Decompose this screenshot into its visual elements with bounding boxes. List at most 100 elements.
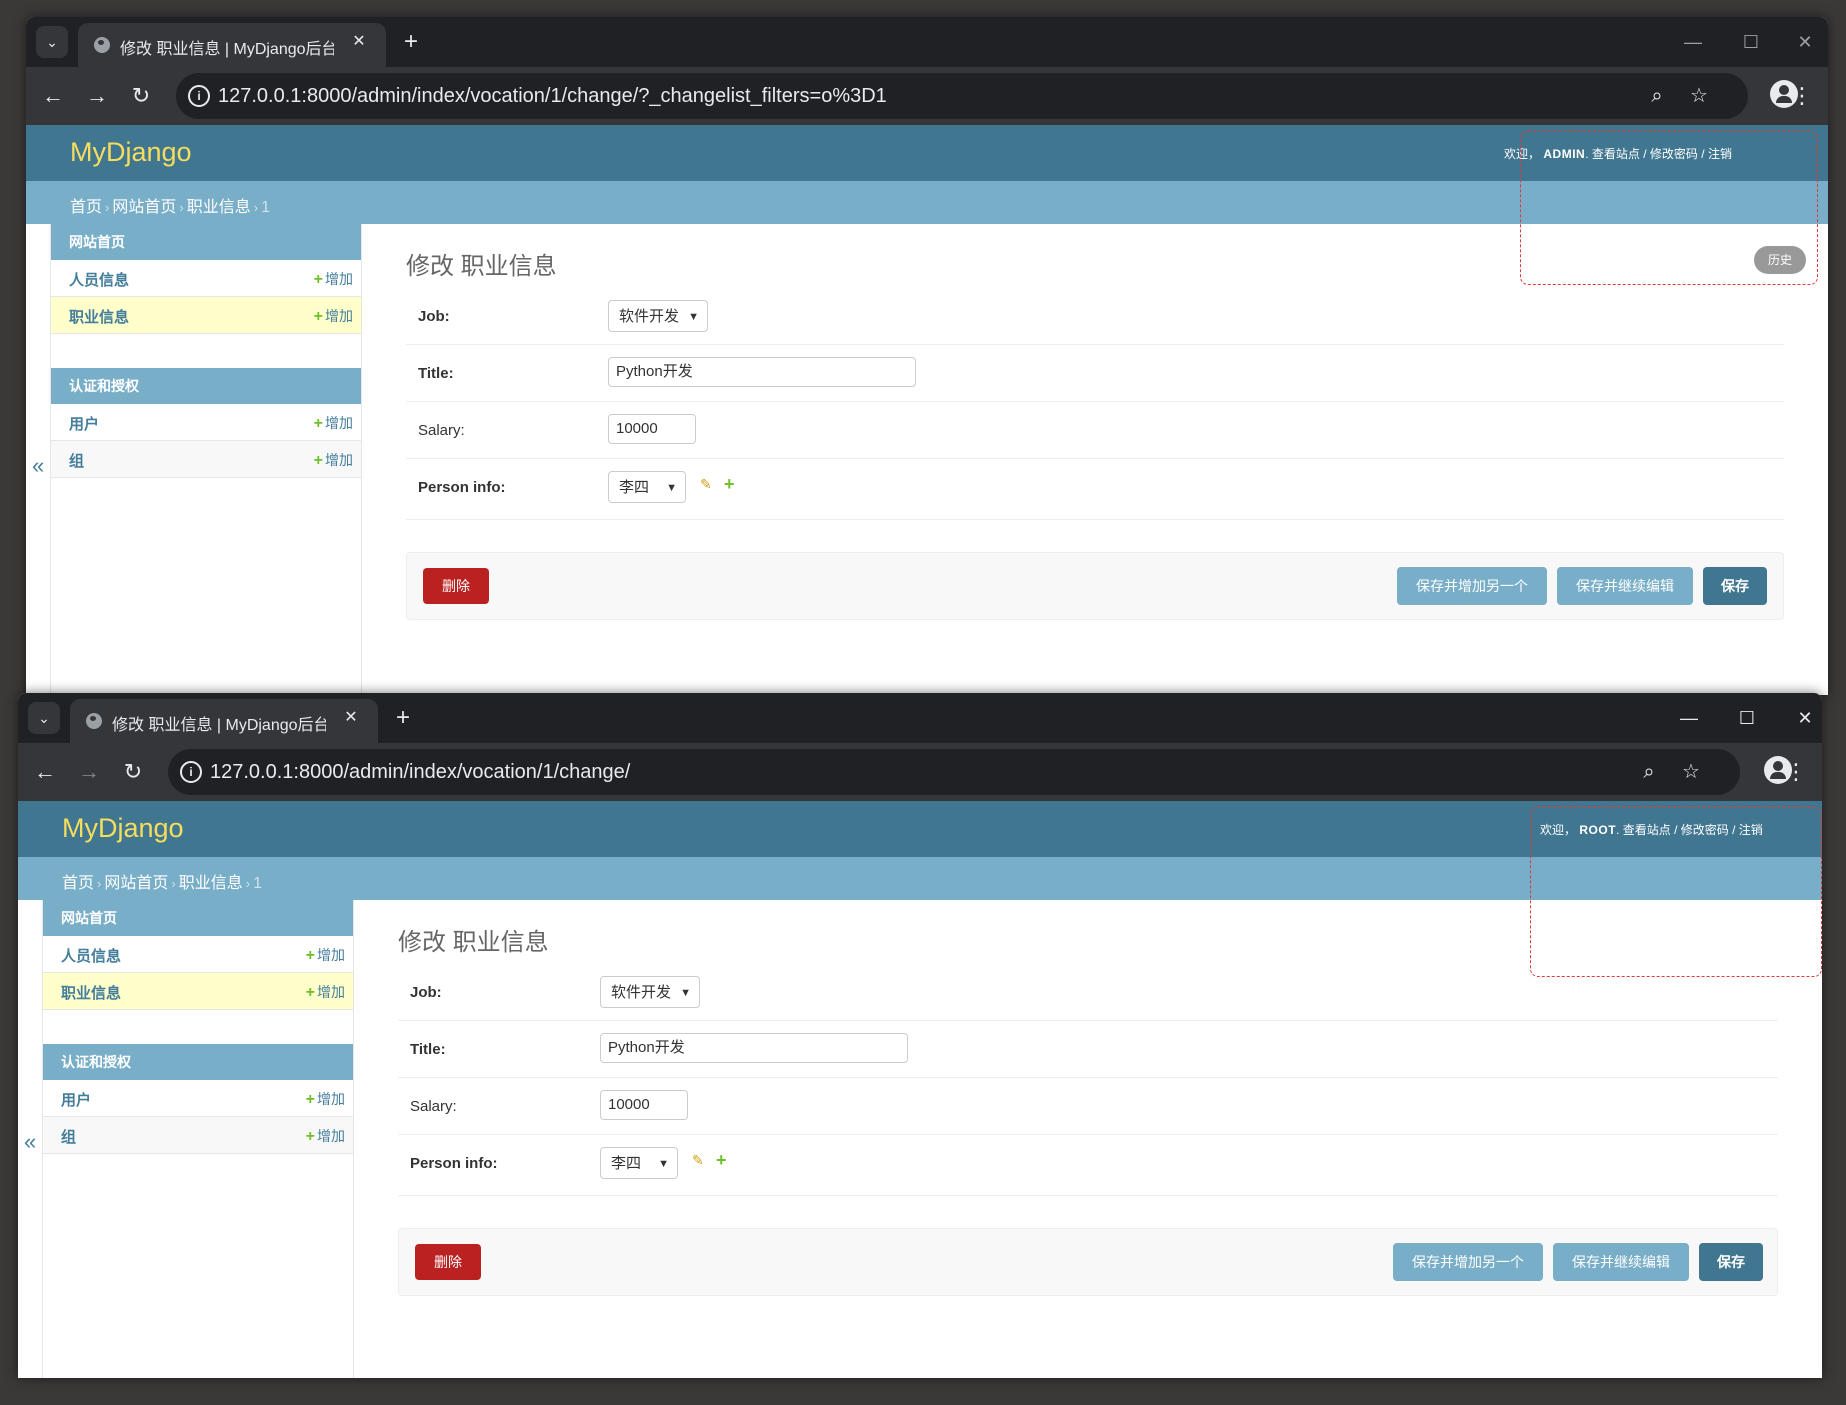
module-caption[interactable]: 网站首页 <box>51 224 361 260</box>
add-link[interactable]: + 增加 <box>314 306 353 326</box>
pencil-icon[interactable]: ✎ <box>700 477 714 491</box>
model-link[interactable]: 组 <box>61 1126 76 1147</box>
kebab-icon[interactable]: ⋮ <box>1785 755 1807 789</box>
back-button[interactable]: ← <box>28 755 62 789</box>
site-info-icon[interactable]: i <box>180 761 202 783</box>
save-add-another-button[interactable]: 保存并增加另一个 <box>1393 1243 1543 1281</box>
add-link[interactable]: + 增加 <box>314 269 353 289</box>
sidebar-item-vocation[interactable]: 职业信息 + 增加 <box>43 973 353 1010</box>
model-link[interactable]: 人员信息 <box>69 269 129 290</box>
globe-icon <box>86 713 102 729</box>
reload-button[interactable]: ↻ <box>116 755 150 789</box>
plus-icon[interactable]: + <box>716 1150 727 1171</box>
minimize-button[interactable]: — <box>1674 705 1704 731</box>
delete-button[interactable]: 删除 <box>415 1244 481 1280</box>
forward-button[interactable]: → <box>80 79 114 113</box>
content-main: 修改 职业信息 历史 Job: 软件开发 ▼ Title: Python开发 Sa… <box>360 224 1828 695</box>
model-link[interactable]: 用户 <box>61 1089 91 1110</box>
sidebar-item-groups[interactable]: 组 + 增加 <box>43 1117 353 1154</box>
add-link[interactable]: + 增加 <box>314 450 353 470</box>
tab-search-button[interactable]: ⌄ <box>36 26 68 58</box>
add-link[interactable]: + 增加 <box>306 945 345 965</box>
breadcrumb-home[interactable]: 首页 <box>62 875 94 892</box>
module-caption[interactable]: 认证和授权 <box>51 368 361 404</box>
close-icon[interactable]: ✕ <box>348 31 370 53</box>
sidebar-item-groups[interactable]: 组 + 增加 <box>51 441 361 478</box>
save-continue-button[interactable]: 保存并继续编辑 <box>1557 567 1693 605</box>
zoom-icon[interactable]: ⌕ <box>1642 81 1672 111</box>
maximize-button[interactable]: ☐ <box>1736 29 1766 55</box>
title-input[interactable]: Python开发 <box>608 357 916 387</box>
pencil-icon[interactable]: ✎ <box>692 1153 706 1167</box>
add-link[interactable]: + 增加 <box>306 1089 345 1109</box>
close-window-button[interactable]: ✕ <box>1790 29 1820 55</box>
reload-button[interactable]: ↻ <box>124 79 158 113</box>
chevron-down-icon: ▼ <box>666 482 677 494</box>
sidebar-toggle[interactable]: « <box>24 1129 36 1155</box>
star-icon[interactable]: ☆ <box>1676 757 1706 787</box>
salary-input[interactable]: 10000 <box>600 1090 688 1120</box>
model-link[interactable]: 组 <box>69 450 84 471</box>
person-label: Person info: <box>418 479 506 496</box>
site-info-icon[interactable]: i <box>188 85 210 107</box>
close-icon[interactable]: ✕ <box>340 707 362 729</box>
sidebar-item-person[interactable]: 人员信息 + 增加 <box>43 936 353 973</box>
zoom-icon[interactable]: ⌕ <box>1634 757 1664 787</box>
site-brand[interactable]: MyDjango <box>62 813 184 844</box>
form-row-job: Job: 软件开发 ▼ <box>406 288 1784 345</box>
module-caption[interactable]: 网站首页 <box>43 900 353 936</box>
plus-icon[interactable]: + <box>724 474 735 495</box>
delete-button[interactable]: 删除 <box>423 568 489 604</box>
page-title: 修改 职业信息 <box>398 929 549 956</box>
site-brand[interactable]: MyDjango <box>70 137 192 168</box>
highlight-box <box>1530 807 1822 977</box>
add-link[interactable]: + 增加 <box>314 413 353 433</box>
sidebar-item-users[interactable]: 用户 + 增加 <box>43 1080 353 1117</box>
tab-search-button[interactable]: ⌄ <box>28 702 60 734</box>
breadcrumb-home[interactable]: 首页 <box>70 199 102 216</box>
breadcrumb-model[interactable]: 职业信息 <box>187 199 251 216</box>
browser-tab[interactable]: 修改 职业信息 | MyDjango后台 ✕ <box>70 699 378 743</box>
close-window-button[interactable]: ✕ <box>1790 705 1820 731</box>
form-row-person: Person info: 李四 ▼ ✎ + <box>406 459 1784 520</box>
breadcrumb-app[interactable]: 网站首页 <box>112 199 176 216</box>
job-select[interactable]: 软件开发 ▼ <box>600 976 700 1008</box>
job-select[interactable]: 软件开发 ▼ <box>608 300 708 332</box>
minimize-button[interactable]: — <box>1678 29 1708 55</box>
salary-input[interactable]: 10000 <box>608 414 696 444</box>
title-label: Title: <box>410 1041 446 1058</box>
save-button[interactable]: 保存 <box>1703 567 1767 605</box>
sidebar-item-vocation[interactable]: 职业信息 + 增加 <box>51 297 361 334</box>
save-add-another-button[interactable]: 保存并增加另一个 <box>1397 567 1547 605</box>
title-input[interactable]: Python开发 <box>600 1033 908 1063</box>
job-label: Job: <box>418 308 450 325</box>
maximize-button[interactable]: ☐ <box>1732 705 1762 731</box>
back-button[interactable]: ← <box>36 79 70 113</box>
model-link[interactable]: 用户 <box>69 413 99 434</box>
new-tab-button[interactable]: + <box>388 703 418 733</box>
address-bar[interactable]: i 127.0.0.1:8000/admin/index/vocation/1/… <box>168 749 1740 795</box>
kebab-icon[interactable]: ⋮ <box>1791 79 1813 113</box>
breadcrumb-app[interactable]: 网站首页 <box>104 875 168 892</box>
browser-tab[interactable]: 修改 职业信息 | MyDjango后台 ✕ <box>78 23 386 67</box>
breadcrumb-model[interactable]: 职业信息 <box>179 875 243 892</box>
sidebar-item-person[interactable]: 人员信息 + 增加 <box>51 260 361 297</box>
star-icon[interactable]: ☆ <box>1684 81 1714 111</box>
forward-button[interactable]: → <box>72 755 106 789</box>
save-button[interactable]: 保存 <box>1699 1243 1763 1281</box>
sidebar-toggle[interactable]: « <box>32 453 44 479</box>
new-tab-button[interactable]: + <box>396 27 426 57</box>
submit-row: 删除 保存并增加另一个 保存并继续编辑 保存 <box>398 1228 1778 1296</box>
model-link[interactable]: 职业信息 <box>61 982 121 1003</box>
save-continue-button[interactable]: 保存并继续编辑 <box>1553 1243 1689 1281</box>
person-select[interactable]: 李四 ▼ <box>608 471 686 503</box>
model-link[interactable]: 人员信息 <box>61 945 121 966</box>
job-label: Job: <box>410 984 442 1001</box>
person-select[interactable]: 李四 ▼ <box>600 1147 678 1179</box>
model-link[interactable]: 职业信息 <box>69 306 129 327</box>
module-caption[interactable]: 认证和授权 <box>43 1044 353 1080</box>
address-bar[interactable]: i 127.0.0.1:8000/admin/index/vocation/1/… <box>176 73 1748 119</box>
add-link[interactable]: + 增加 <box>306 1126 345 1146</box>
sidebar-item-users[interactable]: 用户 + 增加 <box>51 404 361 441</box>
add-link[interactable]: + 增加 <box>306 982 345 1002</box>
